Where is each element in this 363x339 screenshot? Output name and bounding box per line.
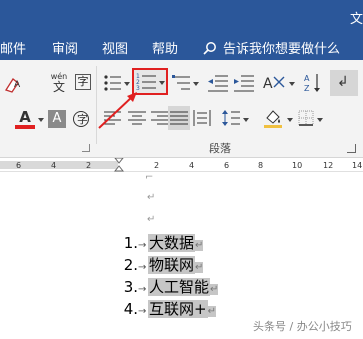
multilevel-list-icon[interactable] [172, 74, 192, 92]
paragraph-mark: ↵ [195, 262, 204, 273]
tab-help[interactable]: 帮助 [152, 38, 178, 57]
paragraph-mark: ⌐ [145, 172, 154, 183]
ruler-tick: 8 [258, 161, 264, 170]
justify-button[interactable] [168, 106, 190, 130]
ruler-tick: 4 [189, 161, 195, 170]
chinese-layout-dropdown-icon[interactable] [289, 82, 295, 86]
phonetic-guide-button[interactable]: wén 文 [50, 72, 68, 94]
indent-marker-icon[interactable] [114, 158, 124, 172]
tab-mailings[interactable]: 邮件 [0, 38, 26, 57]
list-item[interactable]: 3.→ 人工智能↵ [118, 276, 219, 298]
watermark: 头条号 / 办公小技巧 [253, 320, 352, 333]
multilevel-dropdown-icon[interactable] [193, 82, 199, 86]
svg-text:字: 字 [77, 112, 88, 126]
annotation-arrow [98, 92, 137, 129]
ribbon: A wén 文 字 A A 字 1 2 3 A A Z ↲ 段落 [0, 60, 363, 158]
clear-formatting-icon[interactable]: A [2, 74, 24, 96]
decrease-indent-icon[interactable] [207, 73, 229, 93]
list-text: 互联网+ [148, 300, 208, 318]
list-item[interactable]: 2.→ 物联网↵ [118, 254, 204, 276]
justify-icon [170, 111, 188, 125]
show-formatting-button[interactable]: ↲ [330, 70, 358, 96]
list-text: 大数据 [148, 234, 196, 252]
ruler-tick: 6 [16, 161, 22, 170]
tab-arrow-icon: → [138, 262, 147, 273]
tab-arrow-icon: → [138, 284, 147, 295]
paragraph-mark: ↵ [147, 214, 156, 225]
line-spacing-icon[interactable] [221, 109, 241, 127]
tell-me-text: 告诉我你想要做什么 [223, 42, 341, 57]
document-page[interactable]: ⌐ ↵ ↵ 1.→ 大数据↵ 2.→ 物联网↵ 3.→ 人工智能↵ 4.→ 互联网+↵ [0, 172, 363, 339]
line-spacing-dropdown-icon[interactable] [243, 118, 249, 122]
paragraph-mark: ↵ [195, 240, 204, 251]
tab-review[interactable]: 审阅 [52, 38, 78, 57]
horizontal-ruler[interactable]: 6 4 2 2 4 6 8 10 12 14 [0, 158, 363, 172]
tab-arrow-icon: → [138, 306, 147, 317]
list-text: 人工智能 [148, 278, 211, 296]
svg-text:A: A [304, 74, 310, 83]
paragraph-mark: ↵ [207, 306, 216, 317]
list-text: 物联网 [148, 256, 196, 274]
phonetic-bottom: 文 [52, 80, 65, 94]
increase-indent-icon[interactable] [233, 73, 255, 93]
bullets-dropdown-icon[interactable] [124, 82, 130, 86]
list-number: 4. [123, 300, 138, 318]
distributed-icon[interactable] [193, 109, 211, 127]
character-border-button[interactable]: 字 [75, 74, 91, 90]
borders-icon[interactable] [298, 110, 314, 126]
font-dialog-launcher[interactable] [82, 144, 90, 152]
chinese-layout-icon[interactable]: A [262, 73, 288, 93]
paragraph-dialog-launcher[interactable] [347, 144, 356, 153]
tab-arrow-icon: → [138, 240, 147, 251]
svg-text:A: A [14, 80, 21, 90]
svg-text:A: A [263, 76, 273, 92]
tab-view[interactable]: 视图 [102, 38, 128, 57]
enclose-characters-icon[interactable]: 字 [72, 110, 90, 128]
list-item[interactable]: 1.→ 大数据↵ [118, 232, 204, 254]
ruler-tick: 4 [51, 161, 57, 170]
pilcrow-icon: ↲ [337, 74, 349, 90]
search-icon [203, 42, 216, 55]
ribbon-tabs: 邮件 审阅 视图 帮助 告诉我你想要做什么 [0, 32, 363, 60]
shading-icon[interactable] [262, 108, 284, 128]
ruler-tick: 14 [352, 161, 363, 170]
align-right-icon[interactable] [149, 110, 169, 126]
character-shading-button[interactable]: A [48, 110, 66, 128]
paragraph-mark: ↵ [210, 284, 219, 295]
window-title: 文 [349, 12, 363, 27]
ruler-tick: 2 [86, 161, 92, 170]
paragraph-group-label: 段落 [209, 142, 231, 155]
ruler-tick: 2 [154, 161, 160, 170]
shading-dropdown-icon[interactable] [287, 118, 293, 122]
list-number: 3. [123, 278, 138, 296]
numbering-icon: 1 2 3 [136, 73, 156, 92]
paragraph-mark: ↵ [147, 192, 156, 203]
list-item[interactable]: 4.→ 互联网+↵ [118, 298, 216, 320]
font-color-letter: A [19, 108, 31, 126]
tell-me-search[interactable]: 告诉我你想要做什么 [203, 38, 340, 57]
title-bar: 文 [0, 0, 363, 32]
ruler-tick: 12 [323, 161, 334, 170]
svg-text:Z: Z [304, 84, 310, 93]
sort-icon[interactable]: A Z [303, 72, 323, 94]
ruler-tick: 10 [292, 161, 303, 170]
font-color-button[interactable]: A [15, 109, 35, 129]
chevron-down-icon[interactable] [38, 118, 44, 122]
list-number: 2. [123, 256, 138, 274]
list-number: 1. [123, 234, 138, 252]
ruler-tick: 6 [224, 161, 230, 170]
borders-dropdown-icon[interactable] [317, 118, 323, 122]
numbering-dropdown-icon[interactable] [159, 81, 165, 85]
